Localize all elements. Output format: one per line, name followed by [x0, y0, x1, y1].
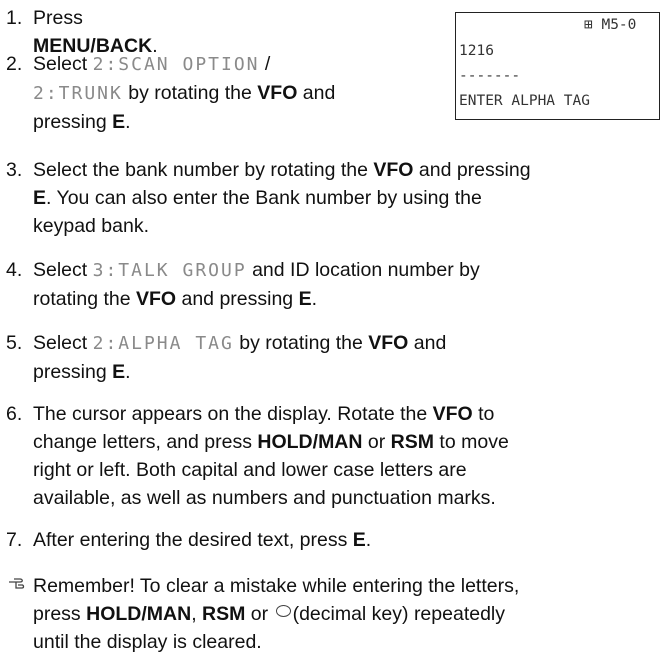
step-number: 3.: [6, 159, 23, 181]
decimal-key-icon: [275, 605, 291, 617]
step-number: 1.: [6, 7, 23, 29]
step-text: The cursor appears on the display. Rotat…: [33, 403, 509, 509]
lcd-display: ⊞ M5-0 1216 ------- ENTER ALPHA TAG: [455, 12, 660, 120]
step-text: Select 2:SCAN OPTION /2:TRUNK by rotatin…: [33, 53, 336, 133]
display-prompt: ENTER ALPHA TAG: [459, 93, 590, 109]
display-id: 1216: [459, 43, 494, 59]
note-text: Remember! To clear a mistake while enter…: [33, 575, 520, 653]
step-text: Select 3:TALK GROUP and ID location numb…: [33, 259, 480, 310]
step-number: 5.: [6, 332, 23, 354]
step-text: Select 2:ALPHA TAG by rotating the VFO a…: [33, 332, 447, 383]
display-status: ⊞ M5-0: [584, 17, 637, 33]
step-number: 2.: [6, 53, 23, 75]
display-dashes: -------: [459, 68, 521, 84]
manual-page: ⊞ M5-0 1216 ------- ENTER ALPHA TAG 1. P…: [0, 0, 665, 668]
step-text: After entering the desired text, press E…: [33, 529, 372, 551]
pointing-hand-icon: [8, 572, 28, 600]
step-text: Select the bank number by rotating the V…: [33, 159, 531, 237]
step-number: 6.: [6, 403, 23, 425]
step-number: 7.: [6, 529, 23, 551]
step-number: 4.: [6, 259, 23, 281]
